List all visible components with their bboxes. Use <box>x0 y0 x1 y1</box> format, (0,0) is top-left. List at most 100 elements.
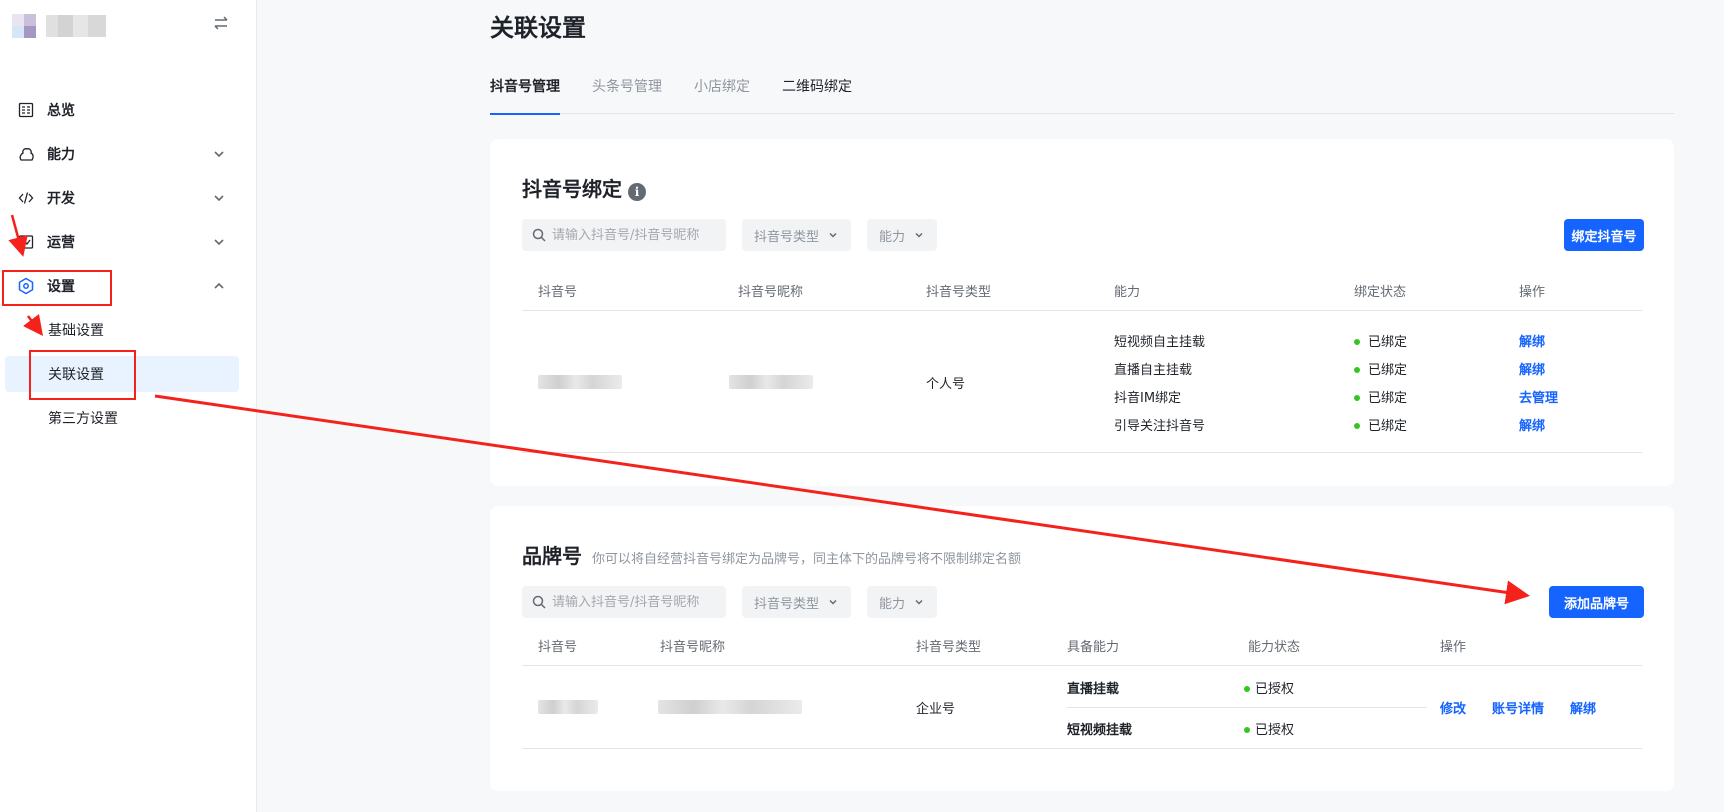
unbind-link[interactable]: 解绑 <box>1519 415 1545 434</box>
column-header: 绑定状态 <box>1354 285 1407 300</box>
sidebar-subitem-basic-settings[interactable]: 基础设置 <box>0 308 257 352</box>
status-dot <box>1354 422 1360 429</box>
column-header: 具备能力 <box>1067 640 1120 655</box>
chevron-down-icon <box>214 195 224 202</box>
card-description: 你可以将自经营抖音号绑定为品牌号，同主体下的品牌号将不限制绑定名额 <box>592 552 1022 567</box>
filter-bar: 抖音号类型 能力 <box>522 219 953 251</box>
account-type: 企业号 <box>916 702 956 717</box>
chevron-down-icon <box>214 239 224 246</box>
table-row: 企业号 直播挂载 短视频挂载 已授权 已授权 修改 账号详情 解绑 <box>522 666 1642 749</box>
operation-icon <box>17 233 35 251</box>
code-icon <box>17 189 35 207</box>
annotation-box-settings <box>2 270 112 306</box>
search-icon <box>532 228 546 242</box>
tab-bar: 抖音号管理 头条号管理 小店绑定 二维码绑定 <box>490 70 1674 115</box>
unbind-link[interactable]: 解绑 <box>1519 331 1545 350</box>
chevron-down-icon <box>214 151 224 158</box>
divider <box>1067 707 1427 708</box>
tab-shop-binding[interactable]: 小店绑定 <box>694 70 750 114</box>
tab-qrcode-binding[interactable]: 二维码绑定 <box>782 70 852 114</box>
sidebar-item-operation[interactable]: 运营 <box>0 220 257 264</box>
column-header: 能力状态 <box>1248 640 1301 655</box>
filter-bar: 抖音号类型 能力 <box>522 586 953 618</box>
tab-toutiao-management[interactable]: 头条号管理 <box>592 70 662 114</box>
bind-status: 已绑定 <box>1354 415 1407 434</box>
ability-name: 直播挂载 <box>1067 682 1120 697</box>
status-text: 已授权 <box>1255 723 1295 738</box>
swap-arrows-icon[interactable] <box>210 14 232 36</box>
status-dot <box>1354 394 1360 401</box>
chevron-down-icon <box>829 599 837 605</box>
column-header: 能力 <box>1114 285 1141 300</box>
account-nickname-blurred <box>658 700 802 714</box>
sidebar-item-ability[interactable]: 能力 <box>0 132 257 176</box>
table-row: 个人号 短视频自主挂载 直播自主挂载 抖音IM绑定 引导关注抖音号 已绑定 已绑… <box>522 311 1642 453</box>
search-icon <box>532 595 546 609</box>
account-type-select[interactable]: 抖音号类型 <box>742 586 852 618</box>
table-header: 抖音号 抖音号昵称 抖音号类型 能力 绑定状态 操作 <box>522 269 1642 311</box>
status-text: 已绑定 <box>1368 335 1408 350</box>
ability-name: 短视频自主挂载 <box>1114 335 1206 350</box>
account-type: 个人号 <box>926 377 966 392</box>
status-text: 已绑定 <box>1368 419 1408 434</box>
account-details-link[interactable]: 账号详情 <box>1492 698 1544 717</box>
annotation-box-link-settings <box>29 350 136 400</box>
column-header: 抖音号昵称 <box>738 285 804 300</box>
account-type-select[interactable]: 抖音号类型 <box>742 219 852 251</box>
ability-name: 引导关注抖音号 <box>1114 419 1206 434</box>
sidebar-item-label: 总览 <box>47 103 75 119</box>
table-header: 抖音号 抖音号昵称 抖音号类型 具备能力 能力状态 操作 <box>522 624 1642 666</box>
ability-name: 短视频挂载 <box>1067 723 1133 738</box>
manage-link[interactable]: 去管理 <box>1519 387 1558 406</box>
status-text: 已绑定 <box>1368 391 1408 406</box>
column-header: 操作 <box>1440 640 1467 655</box>
column-header: 抖音号类型 <box>916 640 982 655</box>
sidebar-item-overview[interactable]: 总览 <box>0 88 257 132</box>
bind-douyin-button[interactable]: 绑定抖音号 <box>1564 219 1644 251</box>
chevron-down-icon <box>915 599 923 605</box>
account-id-blurred <box>538 700 598 714</box>
card-title: 抖音号绑定 <box>522 177 622 201</box>
info-icon[interactable]: i <box>628 183 646 201</box>
unbind-link[interactable]: 解绑 <box>1519 359 1545 378</box>
search-input[interactable] <box>552 227 722 243</box>
ability-select[interactable]: 能力 <box>867 219 938 251</box>
sidebar-item-label: 能力 <box>47 147 75 163</box>
auth-status: 已授权 <box>1244 678 1294 697</box>
logo-icon <box>12 14 36 38</box>
auth-status: 已授权 <box>1244 719 1294 738</box>
sidebar-item-develop[interactable]: 开发 <box>0 176 257 220</box>
add-brand-account-button[interactable]: 添加品牌号 <box>1549 586 1644 618</box>
card-header: 抖音号绑定 i <box>522 173 646 202</box>
bind-status: 已绑定 <box>1354 359 1407 378</box>
brand-account-card: 品牌号 你可以将自经营抖音号绑定为品牌号，同主体下的品牌号将不限制绑定名额 抖音… <box>490 506 1674 791</box>
select-label: 能力 <box>879 596 906 612</box>
app-name-blurred <box>46 15 106 37</box>
search-box[interactable] <box>522 586 726 618</box>
search-input[interactable] <box>552 594 722 610</box>
status-text: 已授权 <box>1255 682 1295 697</box>
bind-status: 已绑定 <box>1354 331 1407 350</box>
sidebar: 总览 能力 开发 运营 设置 基础设置 关联设置 第三方设置 <box>0 0 257 812</box>
unbind-link[interactable]: 解绑 <box>1570 698 1596 717</box>
status-dot <box>1244 685 1250 692</box>
edit-link[interactable]: 修改 <box>1440 698 1466 717</box>
dashboard-icon <box>17 101 35 119</box>
search-box[interactable] <box>522 219 726 251</box>
ability-select[interactable]: 能力 <box>867 586 938 618</box>
tab-douyin-management[interactable]: 抖音号管理 <box>490 70 560 115</box>
status-text: 已绑定 <box>1368 363 1408 378</box>
ability-icon <box>17 145 35 163</box>
account-id-blurred <box>538 375 622 389</box>
app-logo <box>12 14 106 38</box>
chevron-down-icon <box>829 232 837 238</box>
bind-status: 已绑定 <box>1354 387 1407 406</box>
sidebar-subitem-third-party-settings[interactable]: 第三方设置 <box>0 396 257 440</box>
account-nickname-blurred <box>729 375 813 389</box>
card-title: 品牌号 <box>522 544 582 568</box>
column-header: 抖音号类型 <box>926 285 992 300</box>
douyin-binding-card: 抖音号绑定 i 抖音号类型 能力 绑定抖音号 抖音号 抖音号昵称 抖音号类型 能… <box>490 139 1674 486</box>
status-dot <box>1354 366 1360 373</box>
select-label: 能力 <box>879 229 906 245</box>
column-header: 抖音号 <box>538 640 578 655</box>
